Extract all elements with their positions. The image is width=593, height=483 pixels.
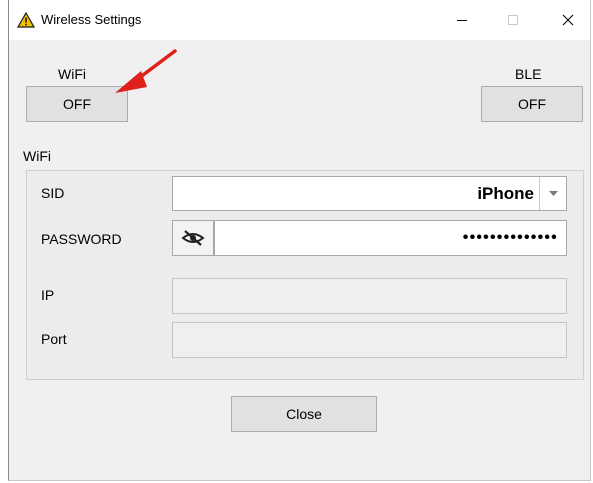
sid-dropdown-button[interactable] — [539, 177, 566, 210]
sid-combobox[interactable]: iPhone — [172, 176, 567, 211]
password-field[interactable]: •••••••••••••• — [214, 220, 567, 256]
minimize-button[interactable] — [439, 0, 485, 40]
window-title: Wireless Settings — [41, 12, 142, 27]
password-value: •••••••••••••• — [462, 229, 558, 246]
close-icon — [562, 14, 574, 26]
ip-label: IP — [41, 287, 55, 303]
eye-off-icon — [181, 230, 205, 246]
toggle-password-visibility-button[interactable] — [172, 220, 214, 256]
red-arrow-annotation — [115, 49, 177, 93]
maximize-button[interactable] — [490, 0, 536, 40]
password-label: PASSWORD — [41, 231, 122, 247]
maximize-icon — [508, 15, 518, 25]
port-field[interactable] — [172, 322, 567, 358]
warning-triangle-icon — [17, 12, 35, 28]
ble-toggle-button[interactable]: OFF — [481, 86, 583, 122]
wifi-group-title: WiFi — [23, 148, 51, 164]
chevron-down-icon — [548, 190, 558, 196]
close-button[interactable]: Close — [231, 396, 377, 432]
sid-label: SID — [41, 185, 65, 201]
title-bar[interactable]: Wireless Settings — [9, 0, 590, 40]
ip-field[interactable] — [172, 278, 567, 314]
port-label: Port — [41, 331, 67, 347]
wifi-group-box: SID iPhone PASSWORD •••••••••••••• IP Po… — [26, 170, 584, 380]
wifi-toggle-label: WiFi — [58, 66, 86, 82]
wireless-settings-window: Wireless Settings WiFi OFF BLE OFF WiFi … — [8, 0, 591, 481]
sid-value: iPhone — [477, 184, 534, 203]
ble-toggle-label: BLE — [515, 66, 542, 82]
close-window-button[interactable] — [545, 0, 591, 40]
minimize-icon — [457, 20, 467, 21]
